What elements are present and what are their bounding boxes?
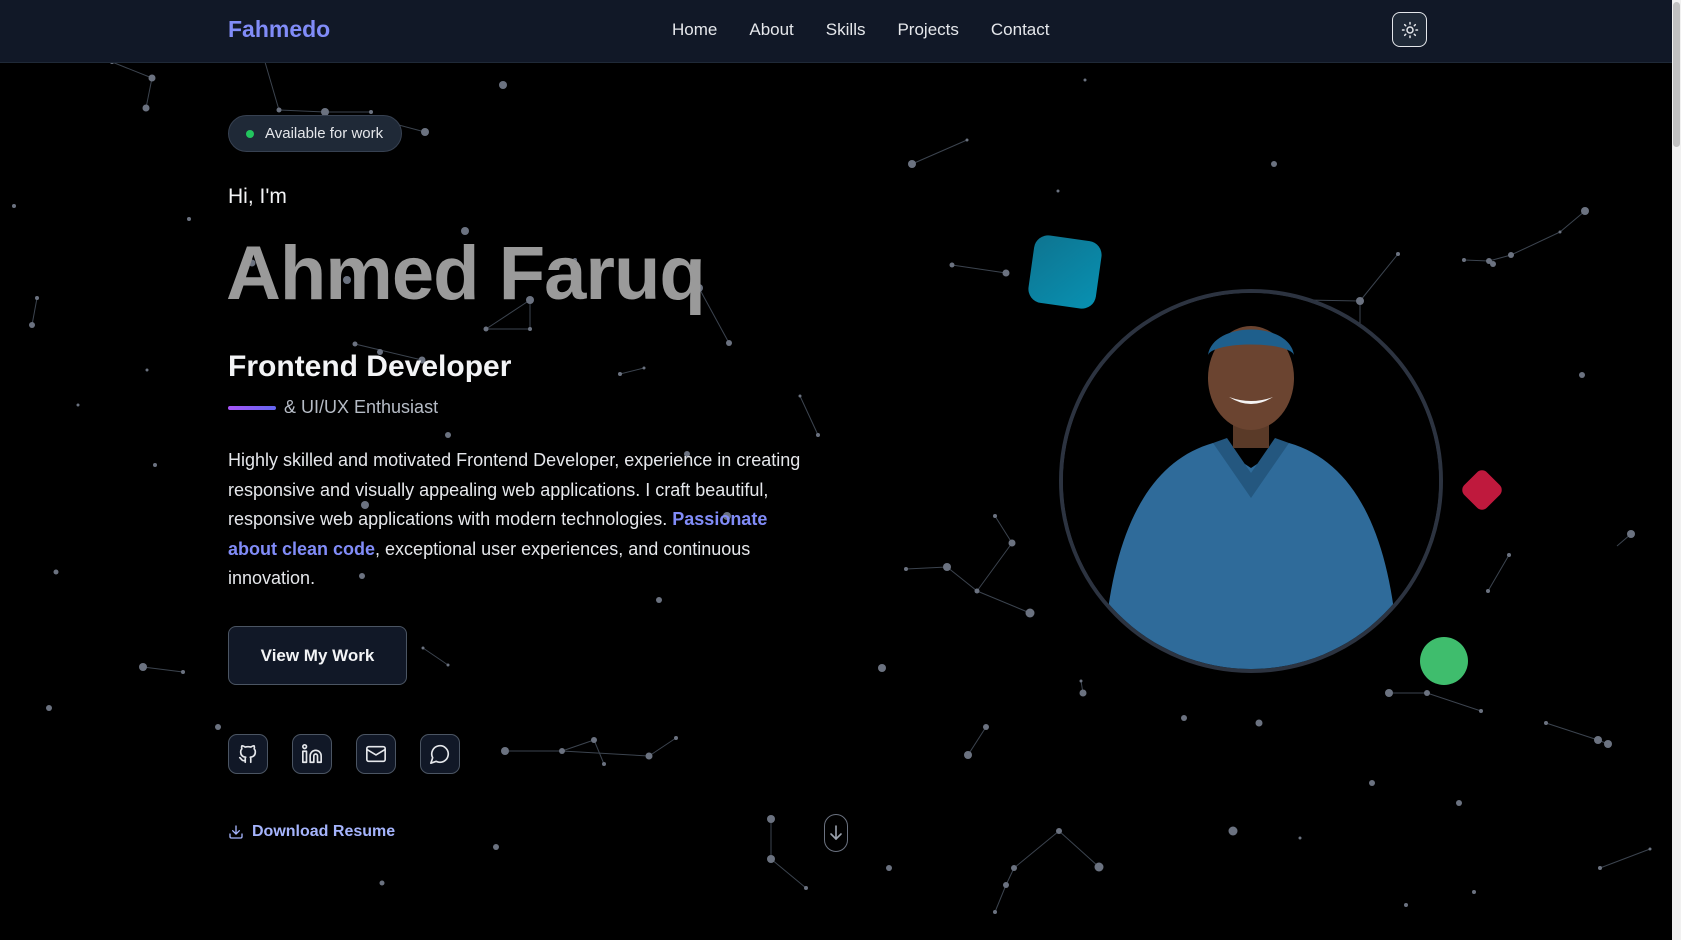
nav-projects[interactable]: Projects bbox=[897, 20, 958, 40]
availability-text: Available for work bbox=[265, 125, 384, 142]
linkedin-link[interactable] bbox=[292, 734, 332, 774]
nav-home[interactable]: Home bbox=[672, 20, 717, 40]
github-icon bbox=[238, 744, 257, 764]
mail-icon bbox=[366, 745, 386, 763]
arrow-down-icon bbox=[830, 825, 842, 840]
view-my-work-button[interactable]: View My Work bbox=[228, 626, 407, 685]
decorative-teal-square bbox=[1026, 233, 1104, 311]
download-icon bbox=[229, 825, 243, 839]
hero-role: Frontend Developer bbox=[228, 350, 512, 383]
greeting: Hi, I'm bbox=[228, 185, 287, 208]
hero-bio: Highly skilled and motivated Frontend De… bbox=[228, 446, 808, 594]
nav-contact[interactable]: Contact bbox=[991, 20, 1050, 40]
theme-toggle-button[interactable] bbox=[1392, 12, 1427, 47]
accent-bar bbox=[228, 406, 276, 410]
nav-about[interactable]: About bbox=[749, 20, 793, 40]
nav-links: Home About Skills Projects Contact bbox=[672, 20, 1049, 40]
logo[interactable]: Fahmedo bbox=[228, 16, 330, 43]
avatar bbox=[1063, 293, 1439, 669]
hero-subrole: & UI/UX Enthusiast bbox=[284, 397, 439, 417]
sun-icon bbox=[1401, 21, 1418, 38]
profile-photo bbox=[1059, 289, 1443, 673]
scrollbar[interactable] bbox=[1672, 0, 1681, 940]
status-dot bbox=[246, 130, 254, 138]
message-icon bbox=[430, 744, 450, 764]
download-resume-label: Download Resume bbox=[252, 823, 396, 840]
download-resume-link[interactable]: Download Resume bbox=[228, 823, 395, 841]
github-link[interactable] bbox=[228, 734, 268, 774]
linkedin-icon bbox=[302, 744, 322, 764]
decorative-green-circle bbox=[1420, 637, 1468, 685]
navbar: Fahmedo Home About Skills Projects Conta… bbox=[0, 0, 1672, 63]
scroll-down-indicator[interactable] bbox=[824, 814, 848, 852]
scrollbar-thumb[interactable] bbox=[1673, 2, 1680, 147]
social-links bbox=[228, 734, 460, 774]
chat-link[interactable] bbox=[420, 734, 460, 774]
hero-name: Ahmed Faruq bbox=[226, 231, 706, 316]
email-link[interactable] bbox=[356, 734, 396, 774]
availability-badge: Available for work bbox=[228, 115, 403, 152]
nav-skills[interactable]: Skills bbox=[826, 20, 866, 40]
